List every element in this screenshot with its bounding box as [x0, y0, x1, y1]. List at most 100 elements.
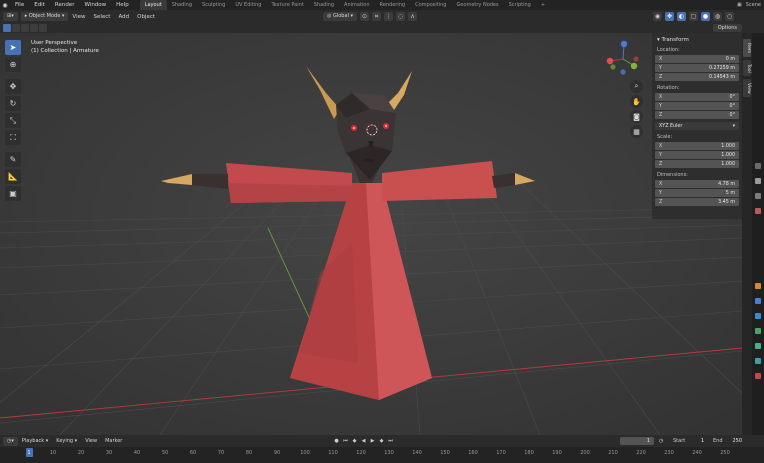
record-icon[interactable]: ● [333, 437, 340, 444]
prev-keyframe-icon[interactable]: ◆ [351, 437, 358, 444]
select-subtract-icon[interactable] [21, 24, 29, 32]
tab-item[interactable]: Item [743, 39, 751, 57]
end-frame-field[interactable]: 250 [710, 437, 746, 445]
render-properties-icon[interactable] [755, 178, 761, 184]
mode-select[interactable]: ▸ Object Mode ▾ [20, 12, 69, 21]
rotation-y-field[interactable]: Y 0° [655, 102, 739, 110]
xray-icon[interactable]: ▢ [689, 12, 698, 21]
tab-uv-editing[interactable]: UV Editing [230, 0, 266, 10]
transform-orientation-select[interactable]: ◎ Global ▾ [323, 12, 358, 21]
camera-view-icon[interactable]: ◙ [630, 110, 643, 123]
falloff-icon[interactable]: ∧ [408, 12, 418, 21]
play-reverse-icon[interactable]: ◀ [360, 437, 367, 444]
timeline-menu-keying[interactable]: Keying ▾ [52, 438, 81, 444]
tab-layout[interactable]: Layout [139, 0, 167, 10]
rendered-shading-icon[interactable]: ○ [725, 12, 734, 21]
material-shading-icon[interactable]: ◍ [713, 12, 722, 21]
tool-properties-icon[interactable] [755, 163, 761, 169]
dimensions-x-field[interactable]: X 4.78 m [655, 180, 739, 188]
scene-icon[interactable]: ▣ [737, 2, 742, 8]
jump-end-icon[interactable]: ⏭ [387, 437, 394, 444]
tab-compositing[interactable]: Compositing [410, 0, 451, 10]
tab-rendering[interactable]: Rendering [375, 0, 411, 10]
add-cube-tool-icon[interactable]: ▣ [5, 186, 21, 201]
rotate-tool-icon[interactable]: ↻ [5, 96, 21, 111]
header-menu-object[interactable]: Object [133, 14, 159, 20]
proportional-edit-icon[interactable]: ◌ [396, 12, 406, 21]
add-workspace-icon[interactable]: + [536, 0, 550, 10]
location-z-field[interactable]: Z 0.14543 m [655, 73, 739, 81]
tab-shading-2[interactable]: Shading [309, 0, 339, 10]
snap-target-icon[interactable]: ⋮ [384, 12, 394, 21]
start-frame-field[interactable]: 1 [668, 437, 708, 445]
scene-name[interactable]: Scene [746, 2, 761, 8]
scale-x-field[interactable]: X 1.000 [655, 142, 739, 150]
jump-start-icon[interactable]: ⏮ [342, 437, 349, 444]
particles-properties-icon[interactable] [755, 313, 761, 319]
output-properties-icon[interactable] [755, 193, 761, 199]
cursor-tool-icon[interactable]: ⊕ [5, 57, 21, 72]
tab-shading[interactable]: Shading [167, 0, 197, 10]
header-menu-select[interactable]: Select [89, 14, 114, 20]
timeline-menu-playback[interactable]: Playback ▾ [18, 438, 52, 444]
grid-ortho-icon[interactable]: ▦ [630, 125, 643, 138]
editor-type-button[interactable]: ⊞▾ [3, 12, 18, 21]
transform-panel-title[interactable]: ▾ Transform [655, 37, 739, 43]
timeline-editor-type-button[interactable]: ◷▾ [3, 436, 18, 446]
physics-properties-icon[interactable] [755, 328, 761, 334]
header-menu-view[interactable]: View [68, 14, 89, 20]
menu-edit[interactable]: Edit [29, 0, 50, 10]
timeline-menu-marker[interactable]: Marker [101, 438, 126, 444]
data-properties-icon[interactable] [755, 358, 761, 364]
object-properties-icon[interactable] [755, 283, 761, 289]
blender-logo-icon[interactable]: ◉ [0, 0, 10, 10]
dimensions-y-field[interactable]: Y 5 m [655, 189, 739, 197]
modifier-properties-icon[interactable] [755, 298, 761, 304]
select-extend-icon[interactable] [12, 24, 20, 32]
select-intersect-icon[interactable] [39, 24, 47, 32]
select-invert-icon[interactable] [30, 24, 38, 32]
tab-animation[interactable]: Animation [339, 0, 375, 10]
pivot-icon[interactable]: ⊙ [360, 12, 370, 21]
tab-texture-paint[interactable]: Texture Paint [266, 0, 308, 10]
visibility-icon[interactable]: ◉ [653, 12, 662, 21]
scale-y-field[interactable]: Y 1.000 [655, 151, 739, 159]
menu-render[interactable]: Render [50, 0, 80, 10]
clock-icon[interactable]: ◷ [659, 437, 663, 445]
tab-sculpting[interactable]: Sculpting [197, 0, 230, 10]
current-frame-field[interactable]: 1 [620, 437, 654, 445]
location-x-field[interactable]: X 0 m [655, 55, 739, 63]
menu-file[interactable]: File [10, 0, 29, 10]
overlay-toggle-icon[interactable]: ◐ [677, 12, 686, 21]
select-box-tool-icon[interactable]: ➤ [5, 40, 21, 55]
tab-tool[interactable]: Tool [743, 60, 751, 76]
next-keyframe-icon[interactable]: ◆ [378, 437, 385, 444]
select-new-icon[interactable] [3, 24, 11, 32]
menu-window[interactable]: Window [79, 0, 111, 10]
snap-icon[interactable]: ⌗ [372, 12, 382, 21]
navigation-gizmo[interactable] [603, 39, 643, 79]
transform-tool-icon[interactable]: ⛶ [5, 130, 21, 145]
material-properties-icon[interactable] [755, 373, 761, 379]
location-y-field[interactable]: Y 0.27259 m [655, 64, 739, 72]
pan-hand-icon[interactable]: ✋ [630, 95, 643, 108]
scale-z-field[interactable]: Z 1.000 [655, 160, 739, 168]
scale-tool-icon[interactable]: ⤡ [5, 113, 21, 128]
constraints-properties-icon[interactable] [755, 343, 761, 349]
timeline-ruler[interactable]: 1 10 20 30 40 50 60 70 80 90 100 110 120… [0, 447, 764, 463]
tab-view[interactable]: View [743, 79, 751, 97]
view-layer-properties-icon[interactable] [755, 208, 761, 214]
gizmo-toggle-icon[interactable]: ✥ [665, 12, 674, 21]
menu-help[interactable]: Help [111, 0, 134, 10]
tab-scripting[interactable]: Scripting [504, 0, 536, 10]
options-button[interactable]: Options [712, 24, 742, 32]
play-icon[interactable]: ▶ [369, 437, 376, 444]
rotation-mode-select[interactable]: XYZ Euler ▾ [655, 122, 739, 130]
timeline-menu-view[interactable]: View [81, 438, 101, 444]
rotation-z-field[interactable]: Z 0° [655, 111, 739, 119]
rotation-x-field[interactable]: X 0° [655, 93, 739, 101]
solid-shading-icon[interactable]: ● [701, 12, 710, 21]
header-menu-add[interactable]: Add [114, 14, 133, 20]
move-tool-icon[interactable]: ✥ [5, 79, 21, 94]
annotate-tool-icon[interactable]: ✎ [5, 152, 21, 167]
